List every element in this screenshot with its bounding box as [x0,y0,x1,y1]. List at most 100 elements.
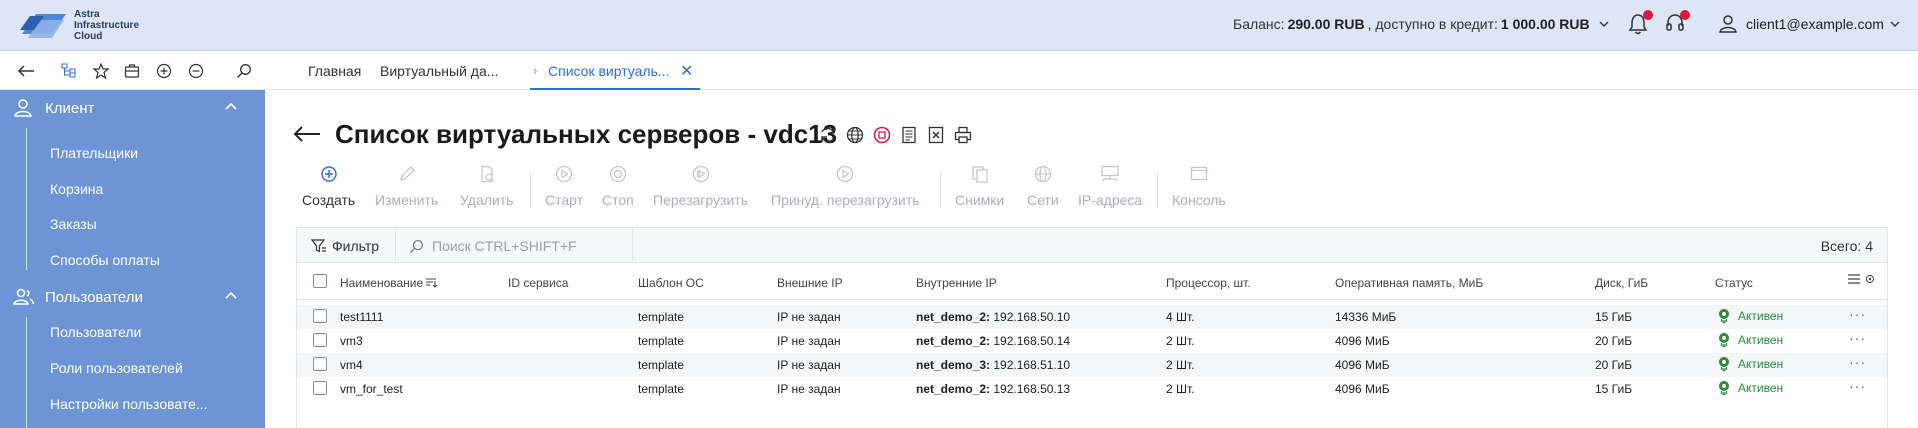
tab-server-list[interactable]: Список виртуаль... [548,63,670,79]
sidebar-item-user-settings[interactable]: Настройки пользовате... [50,396,208,412]
column-status[interactable]: Статус [1715,276,1753,290]
back-button[interactable] [16,61,36,81]
console-label: Консоль [1172,192,1226,208]
stop-all-button[interactable] [872,125,892,145]
stop-label: Стоп [602,192,634,208]
row-more-button[interactable]: ··· [1849,306,1866,322]
column-cpu[interactable]: Процессор, шт. [1166,276,1251,290]
column-disk[interactable]: Диск, ГиБ [1595,276,1648,290]
sidebar-item-payers[interactable]: Плательщики [50,145,138,161]
report-button[interactable] [899,125,919,145]
briefcase-button[interactable] [122,61,142,81]
sidebar-group-users[interactable]: Пользователи [0,279,265,315]
create-button[interactable]: Создать [302,165,355,208]
search-placeholder: Поиск CTRL+SHIFT+F [432,238,577,254]
column-ram[interactable]: Оперативная память, МиБ [1335,276,1483,290]
export-excel-button[interactable] [926,125,946,145]
notifications-button[interactable] [1627,10,1653,36]
sidebar-item-cart[interactable]: Корзина [50,181,103,197]
snapshot-icon [971,166,988,183]
menu-search-button[interactable] [234,61,254,81]
column-external-ip[interactable]: Внешние IP [777,276,843,290]
cell-ram: 4096 МиБ [1335,358,1390,372]
status-text: Активен [1738,309,1784,323]
refresh-button[interactable] [818,125,838,145]
table-row[interactable]: vm4 template IP не задан net_demo_3: 192… [297,353,1887,377]
toolbar-divider [940,172,941,208]
table-row[interactable]: test1111 template IP не задан net_demo_2… [297,305,1887,329]
expand-all-button[interactable] [154,61,174,81]
networks-button[interactable]: Сети [1027,165,1059,208]
notification-badge [1643,10,1653,20]
user-menu[interactable]: client1@example.com [1718,14,1900,34]
ip-address: 192.168.50.14 [990,334,1071,348]
cell-disk: 15 ГиБ [1595,382,1633,396]
balance-value: 290.00 RUB [1287,16,1365,32]
row-more-button[interactable]: ··· [1849,378,1866,394]
print-button[interactable] [953,125,973,145]
columns-menu-icon[interactable] [1848,274,1860,284]
column-name[interactable]: Наименование [340,276,438,290]
filter-icon [311,239,326,253]
cell-internal-ip: net_demo_2: 192.168.50.14 [916,334,1070,348]
globe-button[interactable] [845,125,865,145]
collapse-all-button[interactable] [186,61,206,81]
ip-addresses-label: IP-адреса [1078,192,1143,208]
sidebar-group-label: Клиент [45,100,95,117]
search-input[interactable]: Поиск CTRL+SHIFT+F [409,238,577,254]
sidebar-group-client[interactable]: Клиент [0,90,265,126]
page-back-button[interactable] [293,124,321,144]
column-service-id[interactable]: ID сервиса [508,276,568,290]
favorites-button[interactable] [91,61,111,81]
table-row[interactable]: vm3 template IP не задан net_demo_2: 192… [297,329,1887,353]
minus-circle-icon [188,63,204,79]
cell-name: test1111 [340,310,384,324]
snapshots-label: Снимки [955,192,1005,208]
delete-label: Удалить [460,192,514,208]
start-button[interactable]: Старт [545,165,583,208]
support-button[interactable] [1664,10,1690,36]
stop-button[interactable]: Стоп [602,165,634,208]
ip-addresses-button[interactable]: IP-адреса [1078,165,1142,208]
sidebar-item-orders[interactable]: Заказы [50,216,97,232]
row-checkbox[interactable] [313,333,327,347]
support-badge [1680,10,1690,20]
row-checkbox[interactable] [313,381,327,395]
tree-button[interactable] [59,61,79,81]
delete-button[interactable]: Удалить [460,165,513,208]
row-more-button[interactable]: ··· [1849,330,1866,346]
cell-external-ip: IP не задан [777,382,841,396]
status-active-icon [1719,333,1729,348]
table-header: Наименование ID сервиса Шаблон ОС Внешни… [297,264,1887,300]
snapshots-button[interactable]: Снимки [955,165,1004,208]
restart-icon [692,165,709,183]
table-row[interactable]: vm_for_test template IP не задан net_dem… [297,377,1887,401]
sidebar-item-users[interactable]: Пользователи [50,324,141,340]
cell-ram: 4096 МиБ [1335,334,1390,348]
sidebar-item-payment-methods[interactable]: Способы оплаты [50,252,160,268]
row-checkbox[interactable] [313,309,327,323]
row-checkbox[interactable] [313,357,327,371]
row-more-button[interactable]: ··· [1849,354,1866,370]
force-restart-button[interactable]: Принуд. перезагрузить [771,165,919,208]
stop-circle-icon [609,165,627,183]
filter-button[interactable]: Фильтр [311,238,379,254]
settings-icon[interactable] [1865,274,1875,284]
sidebar: Клиент Плательщики Корзина Заказы Способ… [0,90,265,428]
tab-virtual-dc[interactable]: Виртуальный да... [380,63,498,79]
restart-button[interactable]: Перезагрузить [653,165,748,208]
logo[interactable]: Astra Infrastructure Cloud [18,8,139,42]
cell-os: template [638,358,685,372]
balance-dropdown[interactable]: Баланс: 290.00 RUB , доступно в кредит: … [1233,16,1609,32]
status-active-icon [1719,357,1729,372]
edit-button[interactable]: Изменить [375,165,438,208]
logo-line-3: Cloud [74,30,103,42]
column-os-template[interactable]: Шаблон ОС [638,276,704,290]
logo-text: Astra Infrastructure Cloud [74,9,139,42]
close-tab-icon[interactable]: ✕ [680,61,693,81]
sidebar-item-user-roles[interactable]: Роли пользователей [50,360,183,376]
tab-home[interactable]: Главная [308,63,361,79]
select-all-checkbox[interactable] [313,274,327,288]
console-button[interactable]: Консоль [1172,165,1226,208]
column-internal-ip[interactable]: Внутренние IP [916,276,997,290]
